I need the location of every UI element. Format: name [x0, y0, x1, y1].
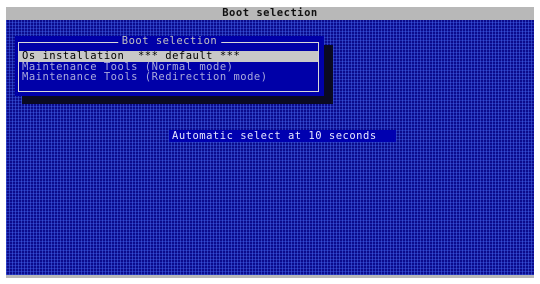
dialog-shadow-bottom — [22, 96, 333, 104]
bottom-bar — [6, 275, 534, 278]
header-title-bar: Boot selection — [6, 7, 534, 20]
boot-selection-dialog: Boot selection Os installation *** defau… — [15, 36, 324, 96]
dialog-title: Boot selection — [117, 36, 222, 47]
boot-menu: Os installation *** default *** Maintena… — [19, 51, 318, 83]
header-title: Boot selection — [222, 7, 318, 19]
boot-screen: Boot selection Boot selection Os install… — [6, 7, 534, 278]
dialog-shadow-right — [324, 45, 333, 104]
auto-select-countdown: Automatic select at 10 seconds — [169, 130, 396, 142]
boot-option-os-installation[interactable]: Os installation *** default *** — [19, 51, 318, 62]
boot-option-maintenance-redirection[interactable]: Maintenance Tools (Redirection mode) — [19, 72, 318, 83]
